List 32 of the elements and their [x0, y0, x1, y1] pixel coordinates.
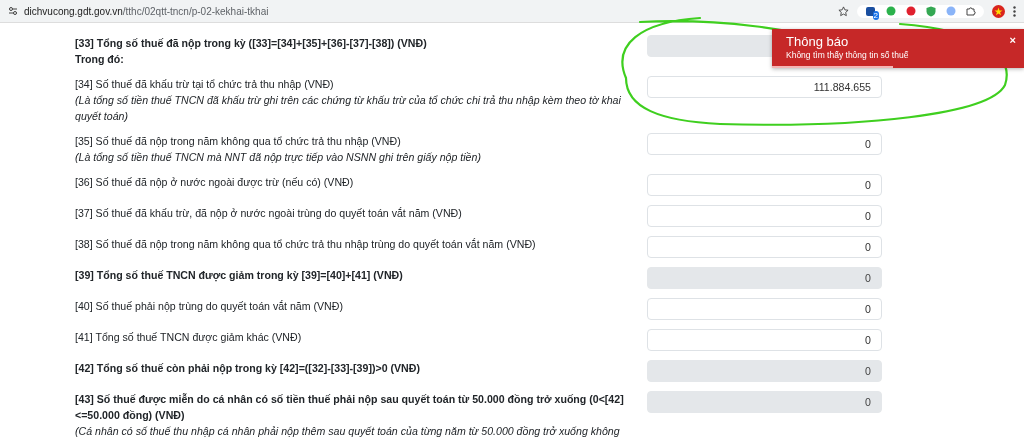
amount-field[interactable]: 0 — [647, 236, 882, 258]
amount-field[interactable]: 0 — [647, 174, 882, 196]
field-label: [33] Tổng số thuế đã nộp trong kỳ ([33]=[34]+[35]+[36]-[37]-[38]) (VNĐ) — [75, 36, 428, 51]
subheading: Trong đó: — [75, 52, 125, 67]
field-label: [38] Số thuế đã nộp trong năm không qua tổ chức trả thu nhập trùng do quyết toán vắt năm (VNĐ) — [75, 237, 537, 252]
shield-icon[interactable] — [926, 5, 936, 17]
field-label: [39] Tổng số thuế TNCN được giảm trong kỳ [39]=[40]+[41] (VNĐ) — [75, 268, 404, 283]
field-note: (Cá nhân có số thuế thu nhập cá nhân phải nộp thêm sau quyết toán của từng năm từ 50.000 đồng trở xuống không — [75, 424, 621, 439]
menu-icon[interactable] — [1013, 5, 1016, 17]
toast-title: Thông báo — [786, 34, 849, 49]
amount-field[interactable]: 0 — [647, 329, 882, 351]
field-label: [36] Số thuế đã nộp ở nước ngoài được trừ (nếu có) (VNĐ) — [75, 175, 355, 190]
url-text[interactable]: dichvucong.gdt.gov.vn/tthc/02qtt-tncn/p-02-kekhai-tkhai — [24, 5, 269, 17]
field-label: [40] Số thuế phải nộp trùng do quyết toán vắt năm (VNĐ) — [75, 299, 344, 314]
amount-field[interactable]: 0 — [647, 133, 882, 155]
field-note: (Là tổng số tiền thuế TNCN mà NNT đã nộp trực tiếp vào NSNN ghi trên giấy nộp tiền) — [75, 150, 482, 165]
profile-avatar-icon[interactable] — [992, 4, 1005, 18]
toast-message: Không tìm thấy thông tin số thuế — [786, 49, 909, 61]
bookmark-star-icon[interactable] — [838, 5, 849, 17]
field-label: [43] Số thuế được miễn do cá nhân có số tiền thuế phải nộp sau quyết toán từ 50.000 đồng trở xuống (0<[42] <=50.000 đồng) (VNĐ) — [75, 392, 625, 423]
field-label: [34] Số thuế đã khấu trừ tại tổ chức trả thu nhập (VNĐ) — [75, 77, 335, 92]
field-note: (Là tổng số tiền thuế TNCN đã khấu trừ ghi trên các chứng từ khấu trừ của tổ chức chi trả thu nhập kèm theo tờ khai quyết toán) — [75, 93, 622, 124]
amount-field[interactable]: 0 — [647, 205, 882, 227]
field-label: [41] Tổng số thuế TNCN được giảm khác (VNĐ) — [75, 330, 303, 345]
close-button[interactable]: × — [1009, 34, 1016, 46]
field-label: [37] Số thuế đã khấu trừ, đã nộp ở nước ngoài trùng do quyết toán vắt năm (VNĐ) — [75, 206, 463, 221]
amount-field[interactable]: 111.884.655 — [647, 76, 882, 98]
extension-icon[interactable]: 2 — [865, 5, 876, 17]
site-settings-icon[interactable] — [8, 6, 18, 16]
field-label: [35] Số thuế đã nộp trong năm không qua tổ chức trả thu nhập (VNĐ) — [75, 134, 402, 149]
amount-field[interactable]: 0 — [647, 298, 882, 320]
field-label: [42] Tổng số thuế còn phải nộp trong kỳ [42]=([32]-[33]-[39])>0 (VNĐ) — [75, 361, 421, 376]
